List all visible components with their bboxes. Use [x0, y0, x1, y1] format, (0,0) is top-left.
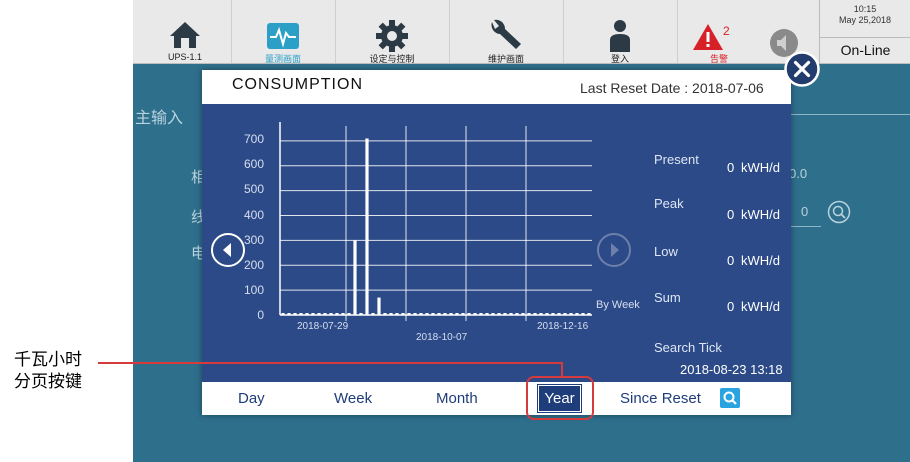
home-icon	[170, 22, 200, 48]
toolbar-divider	[449, 0, 450, 63]
search-icon[interactable]	[720, 388, 740, 408]
home-label: UPS-1.1	[167, 52, 202, 62]
home-button[interactable]: UPS-1.1	[141, 4, 229, 62]
alarm-count-badge: 2	[723, 24, 730, 38]
sum-value: 0	[727, 299, 735, 314]
clock-time: 10:15	[853, 4, 877, 14]
settings-button[interactable]: 设定与控制	[337, 4, 447, 64]
bg-value: 0.0	[789, 166, 808, 181]
search-tick-label: Search Tick	[654, 340, 722, 355]
maintenance-label: 维护画面	[487, 54, 524, 64]
next-page-button[interactable]	[596, 232, 632, 268]
clock-date: May 25,2018	[838, 15, 892, 25]
y-tick-label: 0	[257, 308, 264, 322]
tab-month[interactable]: Month	[436, 390, 478, 407]
measurement-label: 量测画面	[264, 54, 301, 64]
maintenance-button[interactable]: 维护画面	[451, 4, 561, 64]
y-tick-label: 400	[243, 208, 264, 222]
divider	[791, 226, 821, 227]
login-label: 登入	[610, 54, 629, 64]
x-tick-label: 2018-07-29	[297, 321, 349, 332]
toolbar-divider	[335, 0, 336, 63]
low-value: 0	[727, 253, 735, 268]
present-label: Present	[654, 152, 699, 167]
previous-page-button[interactable]	[210, 232, 246, 268]
x-tick-label: 2018-10-07	[416, 332, 468, 343]
alarm-icon	[693, 24, 723, 50]
y-tick-label: 600	[243, 157, 264, 171]
toolbar-divider	[231, 0, 232, 63]
sum-label: Sum	[654, 290, 681, 305]
bar	[377, 297, 381, 315]
annotation-line1: 千瓦小时	[14, 350, 82, 370]
toolbar-divider	[677, 0, 678, 63]
measurement-button[interactable]: 量测画面	[233, 4, 333, 64]
peak-value: 0	[727, 207, 735, 222]
bar	[365, 138, 369, 315]
peak-unit: kWH/d	[741, 207, 780, 222]
sum-unit: kWH/d	[741, 299, 780, 314]
settings-label: 设定与控制	[369, 54, 415, 64]
tab-day[interactable]: Day	[238, 390, 265, 407]
login-button[interactable]: 登入	[565, 4, 675, 64]
bg-value: 0	[801, 204, 809, 219]
search-tick-value: 2018-08-23 13:18	[680, 362, 783, 377]
search-icon[interactable]	[827, 200, 851, 224]
divider	[791, 114, 910, 115]
waveform-icon	[267, 23, 299, 49]
x-tick-label: 2018-12-16	[537, 321, 589, 332]
section-title: 主输入	[135, 110, 184, 127]
low-label: Low	[654, 244, 678, 259]
tab-year[interactable]: Year	[537, 384, 582, 413]
y-tick-label: 100	[243, 283, 264, 297]
dialog-title: CONSUMPTION	[232, 76, 363, 93]
last-reset-date: Last Reset Date : 2018-07-06	[580, 80, 764, 96]
tab-since-reset[interactable]: Since Reset	[620, 390, 701, 407]
wrench-icon	[491, 19, 521, 49]
low-unit: kWH/d	[741, 253, 780, 268]
tab-week[interactable]: Week	[334, 390, 372, 407]
user-icon	[610, 20, 630, 52]
clock-display: 10:15 May 25,2018	[819, 0, 910, 38]
period-tabs	[202, 382, 791, 415]
alarm-button[interactable]: 2 告警	[679, 4, 759, 64]
present-unit: kWH/d	[741, 160, 780, 175]
ups-status: On-Line	[819, 38, 910, 63]
close-button[interactable]	[784, 51, 820, 87]
present-value: 0	[727, 160, 735, 175]
toolbar-divider	[563, 0, 564, 63]
y-tick-label: 700	[243, 132, 264, 146]
alarm-label: 告警	[709, 54, 728, 64]
y-tick-label: 500	[243, 182, 264, 196]
peak-label: Peak	[654, 196, 684, 211]
gear-icon	[376, 20, 408, 52]
annotation-line2: 分页按键	[14, 372, 82, 392]
chart-mode-label: By Week	[596, 299, 640, 311]
bar	[353, 240, 357, 315]
